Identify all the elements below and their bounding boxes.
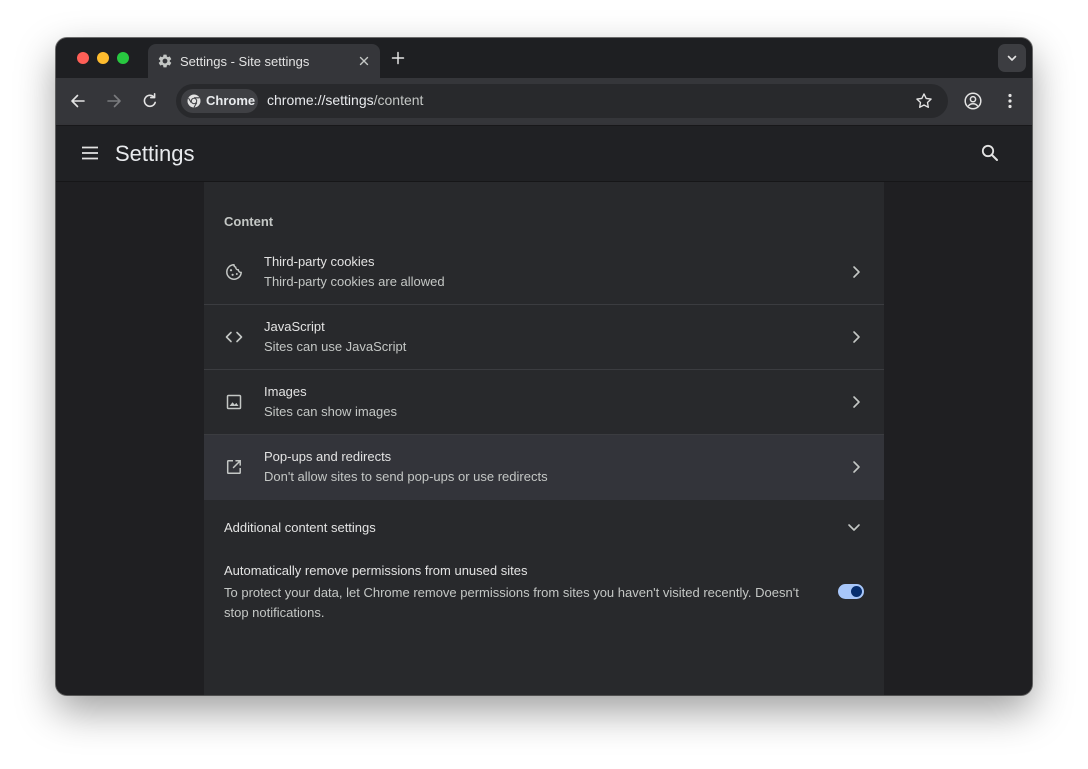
gear-icon [157, 53, 173, 69]
row-title: Images [264, 384, 307, 399]
account-circle-icon [964, 92, 982, 110]
forward-button[interactable] [104, 91, 124, 111]
settings-header: Settings [56, 126, 1032, 182]
back-button[interactable] [68, 91, 88, 111]
page-title: Settings [115, 141, 195, 166]
javascript-row[interactable]: JavaScript Sites can use JavaScript [204, 305, 884, 370]
chevron-right-icon [846, 392, 866, 412]
url-text[interactable]: chrome://settings/content [267, 92, 423, 108]
cookie-icon [224, 262, 244, 282]
section-title: Content [224, 214, 274, 229]
row-subtitle: Don't allow sites to send pop-ups or use… [264, 469, 548, 484]
more-vert-icon [1008, 93, 1012, 109]
minimize-window-button[interactable] [97, 52, 109, 64]
browser-toolbar: Chrome chrome://settings/content [56, 78, 1032, 126]
chevron-down-icon [1007, 55, 1017, 61]
reload-button[interactable] [140, 91, 160, 111]
bookmark-star-icon[interactable] [914, 91, 934, 111]
images-row[interactable]: Images Sites can show images [204, 370, 884, 435]
address-bar[interactable]: Chrome chrome://settings/content [176, 84, 948, 118]
tab-title: Settings - Site settings [180, 54, 310, 69]
profile-button[interactable] [963, 91, 983, 111]
setting-title: Automatically remove permissions from un… [224, 563, 528, 578]
browser-window: Settings - Site settings Chrome chrome:/… [56, 38, 1032, 695]
tab-search-button[interactable] [998, 44, 1026, 72]
close-window-button[interactable] [77, 52, 89, 64]
menu-button[interactable] [1000, 91, 1020, 111]
row-title: Pop-ups and redirects [264, 449, 392, 464]
tab-settings[interactable]: Settings - Site settings [148, 44, 380, 78]
chevron-right-icon [846, 262, 866, 282]
code-icon [224, 327, 244, 347]
arrow-right-icon [107, 94, 121, 108]
hamburger-menu-icon[interactable] [80, 143, 100, 163]
third-party-cookies-row[interactable]: Third-party cookies Third-party cookies … [204, 240, 884, 305]
popups-redirects-row[interactable]: Pop-ups and redirects Don't allow sites … [204, 435, 884, 500]
chevron-right-icon [846, 327, 866, 347]
site-info-chip[interactable]: Chrome [181, 89, 258, 113]
close-tab-icon[interactable] [356, 53, 372, 69]
reload-icon [143, 93, 156, 108]
row-title: Third-party cookies [264, 254, 375, 269]
search-icon[interactable] [980, 143, 1000, 163]
setting-description: To protect your data, let Chrome remove … [224, 585, 799, 620]
row-subtitle: Third-party cookies are allowed [264, 274, 445, 289]
image-icon [224, 392, 244, 412]
open-in-new-icon [224, 457, 244, 477]
additional-content-label: Additional content settings [224, 520, 376, 535]
additional-content-settings-toggle[interactable]: Additional content settings [204, 506, 884, 548]
toggle-knob [851, 586, 862, 597]
chevron-down-icon [844, 517, 864, 537]
tab-strip: Settings - Site settings [56, 38, 1032, 78]
chrome-logo-icon [187, 94, 201, 108]
maximize-window-button[interactable] [117, 52, 129, 64]
row-title: JavaScript [264, 319, 325, 334]
row-subtitle: Sites can use JavaScript [264, 339, 407, 354]
chip-label: Chrome [206, 93, 256, 108]
row-subtitle: Sites can show images [264, 404, 397, 419]
url-path: /content [373, 92, 424, 108]
new-tab-button[interactable] [390, 50, 406, 66]
unused-site-permissions-toggle[interactable] [838, 584, 864, 599]
arrow-left-icon [71, 94, 85, 108]
url-host: chrome://settings [267, 92, 374, 108]
content-card: Content Third-party cookies Third-party … [204, 182, 884, 695]
chevron-right-icon [846, 457, 866, 477]
